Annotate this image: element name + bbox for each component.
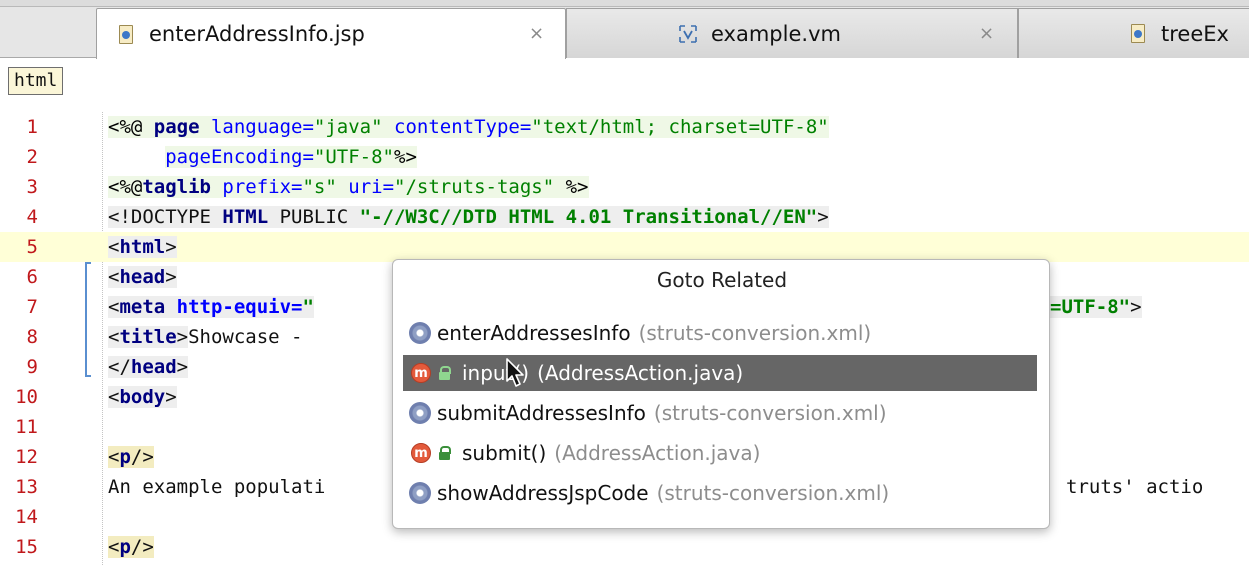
gear-icon — [409, 402, 431, 424]
item-detail: (AddressAction.java) — [554, 441, 761, 465]
popup-item-submit-addresses-info[interactable]: submitAddressesInfo (struts-conversion.x… — [403, 395, 1037, 431]
item-detail: (AddressAction.java) — [537, 361, 744, 385]
code-text: pageEncoding="UTF-8"%> — [165, 146, 417, 168]
tab-example-vm[interactable]: example.vm × — [566, 8, 1018, 58]
goto-related-popup: Goto Related enterAddressesInfo (struts-… — [392, 259, 1050, 529]
item-detail: (struts-conversion.xml) — [656, 481, 890, 505]
line-number: 7 — [26, 296, 38, 318]
code-line: 15 <p/> — [0, 532, 1249, 562]
popup-item-input[interactable]: m input() (AddressAction.java) — [403, 355, 1037, 391]
item-detail: (struts-conversion.xml) — [638, 321, 872, 345]
line-number: 1 — [26, 116, 38, 138]
code-line: 4 <!DOCTYPE HTML PUBLIC "-//W3C//DTD HTM… — [0, 202, 1249, 232]
line-number: 10 — [15, 386, 38, 408]
code-text: <html> — [108, 236, 177, 258]
code-text: <p/> — [108, 446, 154, 468]
item-name: submit() — [462, 441, 547, 465]
line-number: 6 — [26, 266, 38, 288]
lock-icon — [439, 366, 451, 380]
mouse-pointer-icon — [506, 358, 524, 387]
line-number: 3 — [26, 176, 38, 198]
jsp-file-icon — [119, 24, 133, 44]
lock-icon — [439, 446, 451, 460]
code-text: <body> — [108, 386, 177, 408]
gear-icon — [409, 482, 431, 504]
tab-label: treeEx — [1161, 21, 1229, 46]
line-number: 12 — [15, 446, 38, 468]
tab-label: example.vm — [711, 21, 841, 46]
code-line: 2 pageEncoding="UTF-8"%> — [0, 142, 1249, 172]
code-text: An example populati — [108, 476, 326, 498]
code-text: <%@ page language="java" contentType="te… — [108, 116, 829, 138]
line-number: 2 — [26, 146, 38, 168]
item-name: showAddressJspCode — [437, 481, 649, 505]
code-text: </head> — [108, 356, 189, 378]
line-number: 4 — [26, 206, 38, 228]
item-name: submitAddressesInfo — [437, 401, 646, 425]
line-number: 11 — [15, 416, 38, 438]
code-text: <meta http-equiv=" — [108, 296, 314, 318]
popup-item-enter-addresses-info[interactable]: enterAddressesInfo (struts-conversion.xm… — [403, 315, 1037, 351]
tab-label: enterAddressInfo.jsp — [149, 22, 365, 46]
tab-enter-address-info[interactable]: enterAddressInfo.jsp × — [96, 8, 566, 59]
method-icon: m — [411, 363, 431, 383]
jsp-file-icon — [1131, 24, 1145, 43]
tab-tree-ex[interactable]: treeEx — [1018, 8, 1249, 58]
method-icon: m — [411, 443, 431, 463]
close-tab-icon[interactable]: × — [979, 23, 994, 44]
breadcrumb-item-html[interactable]: html — [8, 67, 64, 95]
code-line: 1 <%@ page language="java" contentType="… — [0, 112, 1249, 142]
popup-item-submit[interactable]: m submit() (AddressAction.java) — [403, 435, 1037, 471]
gear-icon — [409, 322, 431, 344]
editor-tab-bar: enterAddressInfo.jsp × example.vm × tree… — [0, 0, 1249, 59]
line-number: 5 — [26, 236, 38, 258]
item-detail: (struts-conversion.xml) — [653, 401, 887, 425]
code-text-tail: truts' actio — [1066, 476, 1204, 498]
line-number: 15 — [15, 536, 38, 558]
line-number: 8 — [26, 326, 38, 348]
code-text: <!DOCTYPE HTML PUBLIC "-//W3C//DTD HTML … — [108, 206, 829, 228]
code-line: 3 <%@taglib prefix="s" uri="/struts-tags… — [0, 172, 1249, 202]
close-tab-icon[interactable]: × — [529, 23, 544, 44]
code-text: <head> — [108, 266, 177, 288]
line-number: 13 — [15, 476, 38, 498]
popup-title: Goto Related — [656, 268, 788, 292]
line-number: 9 — [26, 356, 38, 378]
breadcrumb: html — [0, 59, 1249, 103]
code-text-tail: =UTF-8"> — [1050, 296, 1142, 318]
code-text: <p/> — [108, 536, 154, 558]
tab-bar-top-strip — [0, 0, 1249, 7]
popup-item-show-address-jsp-code[interactable]: showAddressJspCode (struts-conversion.xm… — [403, 475, 1037, 511]
velocity-file-icon — [679, 24, 697, 43]
line-number: 14 — [15, 506, 38, 528]
code-text: <%@taglib prefix="s" uri="/struts-tags" … — [108, 176, 589, 198]
code-text: <title>Showcase - — [108, 326, 314, 348]
code-line-current: 5 <html> — [0, 232, 1249, 262]
item-name: enterAddressesInfo — [437, 321, 631, 345]
